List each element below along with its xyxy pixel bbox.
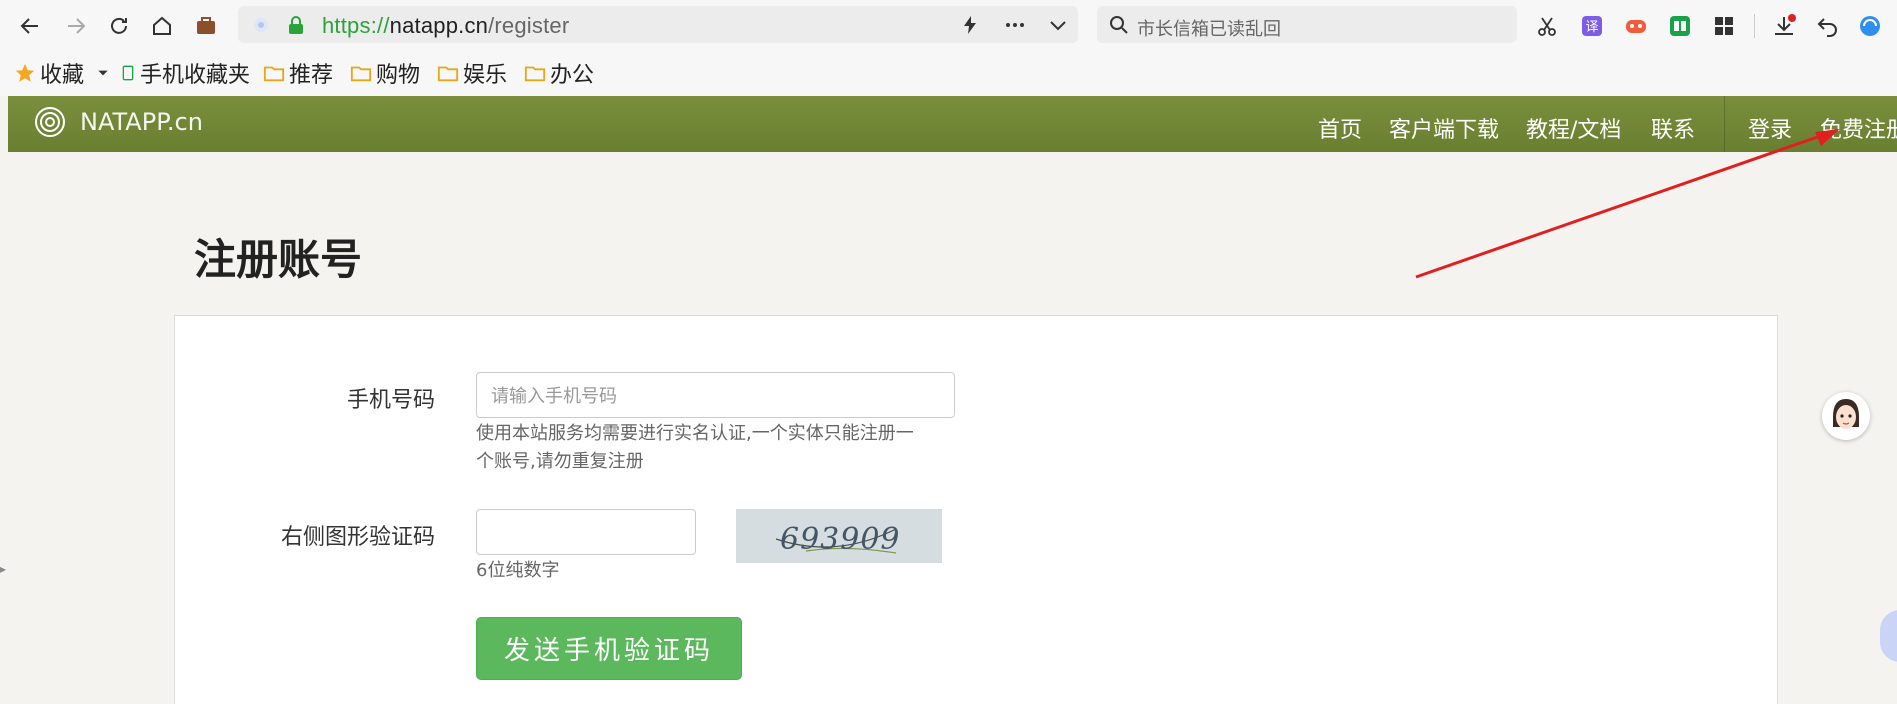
scissors-icon[interactable] <box>1533 12 1561 40</box>
folder-icon <box>437 66 459 82</box>
svg-text:译: 译 <box>1585 20 1598 35</box>
caret-down-icon[interactable] <box>96 66 110 80</box>
star-icon <box>15 63 35 82</box>
search-bar[interactable]: 市长信箱已读乱回 <box>1097 6 1517 43</box>
bookmark-label: 购物 <box>376 63 421 88</box>
nav-login[interactable]: 登录 <box>1748 112 1792 144</box>
nav-docs[interactable]: 教程/文档 <box>1526 112 1621 144</box>
page-title: 注册账号 <box>194 235 363 284</box>
briefcase-icon[interactable] <box>192 12 220 40</box>
captcha-text: 693909 <box>780 522 901 557</box>
url-path: /register <box>488 13 570 38</box>
url-scheme: https:// <box>322 13 390 38</box>
nav-register[interactable]: 免费注册 <box>1820 112 1897 144</box>
bookmark-label: 办公 <box>550 63 595 88</box>
phone-icon <box>122 65 134 81</box>
bookmark-label: 推荐 <box>289 63 334 88</box>
site-navbar: NATAPP.cn 首页 客户端下载 教程/文档 联系 登录 免费注册 <box>8 96 1897 152</box>
nav-download[interactable]: 客户端下载 <box>1389 112 1499 144</box>
site-info-icon[interactable] <box>252 16 270 34</box>
phone-label: 手机号码 <box>347 388 436 413</box>
phone-help-line: 个账号,请勿重复注册 <box>476 451 644 472</box>
assistant-avatar-icon <box>1833 399 1859 429</box>
captcha-input[interactable] <box>476 509 696 555</box>
search-icon <box>1110 16 1128 34</box>
nav-divider <box>1724 96 1725 152</box>
bookmark-label: 娱乐 <box>463 63 508 88</box>
folder-icon <box>524 66 546 82</box>
brand-link[interactable]: NATAPP.cn <box>34 106 203 138</box>
apps-grid-icon[interactable] <box>1710 12 1738 40</box>
translate-icon[interactable]: 译 <box>1578 12 1606 40</box>
lightning-icon[interactable] <box>960 15 980 35</box>
floating-widget[interactable] <box>1880 610 1897 662</box>
assistant-avatar[interactable] <box>1822 392 1870 440</box>
bookmark-mobile[interactable]: 手机收藏夹 <box>120 60 251 88</box>
bookmarks-bar: 收藏 手机收藏夹 推荐 购物 娱乐 办公 <box>0 50 1897 96</box>
chevron-down-icon[interactable] <box>1048 15 1068 35</box>
lock-icon <box>289 16 303 34</box>
bookmark-label: 手机收藏夹 <box>140 63 251 88</box>
reader-icon[interactable] <box>1666 12 1694 40</box>
bookmark-favorites[interactable]: 收藏 <box>14 60 114 88</box>
toolbar-divider <box>1754 14 1755 38</box>
folder-icon <box>263 66 285 82</box>
folder-icon <box>350 66 372 82</box>
more-icon[interactable] <box>1004 15 1026 35</box>
undo-icon[interactable] <box>1814 12 1842 40</box>
left-edge-caret-icon[interactable]: ▸ <box>0 562 6 576</box>
url-host: natapp.cn <box>389 13 489 38</box>
address-bar[interactable]: https://natapp.cn/register <box>238 6 1078 43</box>
bookmark-entertainment[interactable]: 娱乐 <box>437 60 508 88</box>
phone-input[interactable]: 请输入手机号码 <box>476 372 955 418</box>
home-icon[interactable] <box>148 12 176 40</box>
send-sms-code-button[interactable]: 发送手机验证码 <box>476 617 742 680</box>
url-text[interactable]: https://natapp.cn/register <box>322 13 569 39</box>
captcha-graphic: 693909 <box>775 522 901 557</box>
search-input[interactable]: 市长信箱已读乱回 <box>1137 15 1281 41</box>
captcha-image[interactable]: 693909 <box>736 509 942 563</box>
reload-icon[interactable] <box>105 12 133 40</box>
bookmark-recommend[interactable]: 推荐 <box>263 60 334 88</box>
bookmark-label: 收藏 <box>40 63 85 88</box>
forward-icon[interactable] <box>62 12 90 40</box>
captcha-label: 右侧图形验证码 <box>281 525 436 550</box>
nav-contact[interactable]: 联系 <box>1651 112 1695 144</box>
captcha-help-text: 6位纯数字 <box>476 560 560 581</box>
brand-name: NATAPP.cn <box>80 108 203 136</box>
browser-logo-icon[interactable] <box>1856 12 1884 40</box>
download-icon[interactable] <box>1770 12 1798 40</box>
bookmark-office[interactable]: 办公 <box>524 60 595 88</box>
register-form-panel <box>174 315 1778 704</box>
nav-home[interactable]: 首页 <box>1318 112 1362 144</box>
browser-toolbar: https://natapp.cn/register 市长信箱已读乱回 译 <box>0 0 1897 50</box>
phone-help-line: 使用本站服务均需要进行实名认证,一个实体只能注册一 <box>476 423 914 444</box>
game-icon[interactable] <box>1622 12 1650 40</box>
phone-help-text: 使用本站服务均需要进行实名认证,一个实体只能注册一 个账号,请勿重复注册 <box>476 420 914 476</box>
natapp-logo-icon <box>35 107 65 137</box>
bookmark-shopping[interactable]: 购物 <box>350 60 421 88</box>
back-icon[interactable] <box>16 12 44 40</box>
